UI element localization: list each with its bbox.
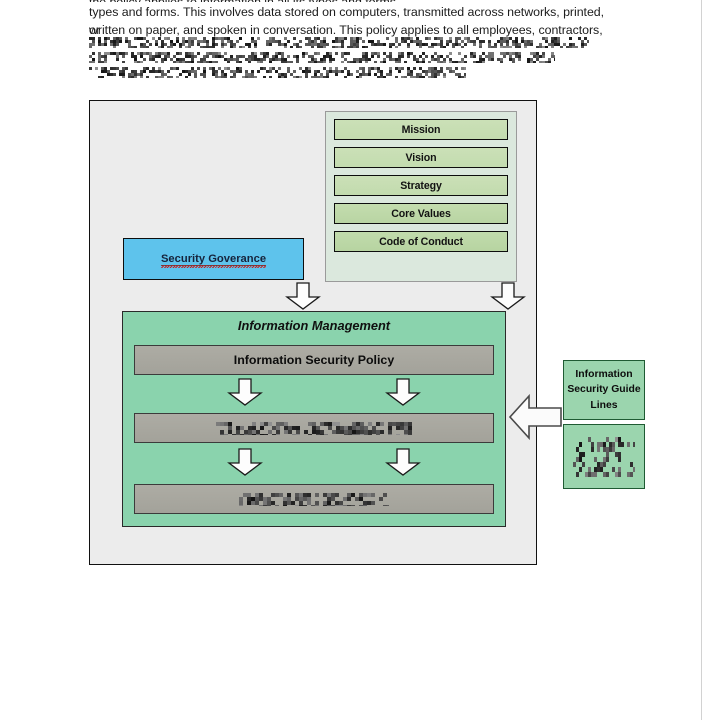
information-security-baseline-box — [134, 413, 494, 443]
security-governance-label: Security Goverance — [160, 252, 267, 268]
page-gutter — [703, 0, 711, 720]
strategy-box-label: Code of Conduct — [379, 235, 463, 248]
strategy-box-vision: Vision — [334, 147, 508, 168]
paragraph-line-clipped: the policy applies to information in all… — [89, 0, 614, 2]
redacted-text-line-1 — [89, 37, 589, 48]
redacted-label — [239, 492, 389, 506]
arrow-down-icon — [227, 448, 263, 476]
information-security-policy-label: Information Security Policy — [233, 353, 395, 367]
redacted-text-line-2 — [89, 52, 555, 63]
strategy-box-label: Strategy — [400, 179, 442, 192]
document-page: the policy applies to information in all… — [0, 0, 702, 720]
arrow-down-icon — [385, 378, 421, 406]
strategy-box-code-of-conduct: Code of Conduct — [334, 231, 508, 252]
strategy-box-label: Core Values — [391, 207, 451, 220]
compliance-and-regulations-box — [563, 424, 645, 489]
information-security-guidelines-box: Information Security Guide Lines — [563, 360, 645, 420]
arrow-down-icon — [227, 378, 263, 406]
strategy-box-label: Mission — [401, 123, 441, 136]
redacted-label — [573, 436, 635, 477]
information-management-panel: Information Management Information Secur… — [122, 311, 506, 527]
information-management-title: Information Management — [237, 318, 391, 333]
strategy-box-mission: Mission — [334, 119, 508, 140]
redacted-label — [216, 421, 412, 435]
strategy-box-core-values: Core Values — [334, 203, 508, 224]
security-governance-box: Security Goverance — [123, 238, 304, 280]
arrow-down-icon — [285, 282, 321, 310]
processes-and-procedures-box — [134, 484, 494, 514]
security-governance-diagram: Mission Vision Strategy Core Values Code… — [89, 100, 537, 565]
arrow-down-icon — [385, 448, 421, 476]
arrow-left-icon — [508, 394, 562, 440]
strategy-box-label: Vision — [405, 151, 437, 164]
information-security-guidelines-label: Information Security Guide Lines — [567, 368, 641, 411]
strategy-box-strategy: Strategy — [334, 175, 508, 196]
redacted-text-line-3 — [89, 67, 466, 78]
information-security-policy-box: Information Security Policy — [134, 345, 494, 375]
strategy-panel: Mission Vision Strategy Core Values Code… — [325, 111, 517, 282]
arrow-down-icon — [490, 282, 526, 310]
